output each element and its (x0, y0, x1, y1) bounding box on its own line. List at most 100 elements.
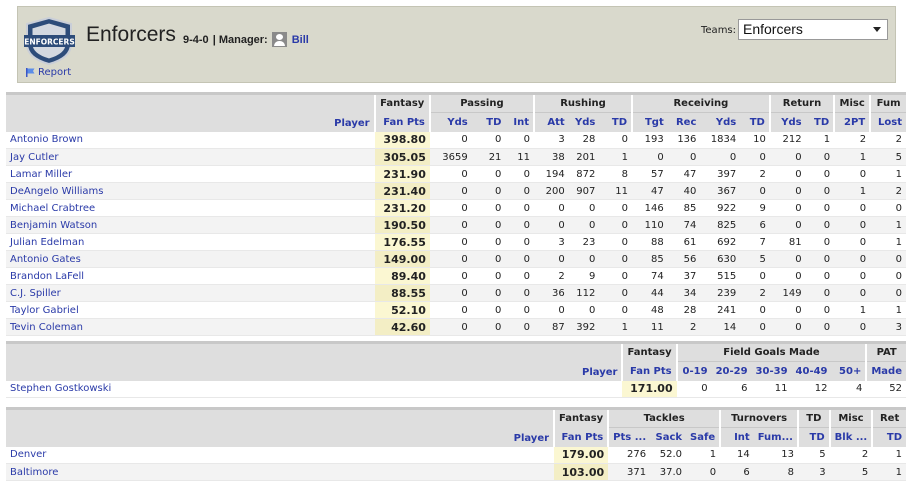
stat-cell: 0 (505, 165, 534, 183)
col-pass-td[interactable]: TD (471, 112, 506, 132)
stat-cell: 0 (505, 233, 534, 251)
col-fg-20-29[interactable]: 20-29 (711, 361, 752, 381)
player-name-link[interactable]: Antonio Gates (6, 250, 375, 268)
player-name-link[interactable]: Taylor Gabriel (6, 301, 375, 319)
kicker-player-header[interactable]: Player (6, 361, 623, 381)
fantasy-points-cell: 231.40 (374, 182, 430, 200)
stat-cell: 37.0 (650, 463, 687, 481)
stat-cell: 38 (534, 148, 569, 166)
col-def-ret-td[interactable]: TD (871, 427, 906, 447)
stat-cell: 56 (667, 250, 701, 268)
stat-cell: 0 (505, 216, 534, 234)
kicker-table-body: Stephen Gostkowski 171.00 0 6 11 12 4 52 (6, 380, 906, 398)
col-fg-40-49[interactable]: 40-49 (791, 361, 832, 381)
col-ret-yds[interactable]: Yds (768, 112, 806, 132)
col-ret-td[interactable]: TD (805, 112, 835, 132)
col-fg-50-plus[interactable]: 50+ (831, 361, 867, 381)
stat-cell: 0 (429, 199, 472, 217)
col-rec-yds[interactable]: Yds (700, 112, 741, 132)
defense-player-header[interactable]: Player (6, 427, 555, 447)
stat-cell: 825 (700, 216, 741, 234)
table-row: Benjamin Watson 190.50 0 0 0 0 0 0 110 74 825 6 0 0 0 1 (6, 216, 906, 234)
player-name-link[interactable]: Brandon LaFell (6, 267, 375, 285)
fantasy-points-cell: 176.55 (374, 233, 430, 251)
col-def-int[interactable]: Int (719, 427, 754, 447)
stat-cell: 3 (797, 463, 830, 481)
col-fum-lost[interactable]: Lost (869, 112, 906, 132)
col-def-td[interactable]: TD (796, 427, 830, 447)
stat-cell: 0 (740, 182, 770, 200)
offense-header-receiving: Receiving (631, 92, 770, 113)
stat-cell: 0 (429, 182, 472, 200)
player-name-link[interactable]: Denver (6, 446, 555, 464)
kicker-fan-pts-header[interactable]: Fan Pts (621, 361, 677, 381)
col-def-safe[interactable]: Safe (686, 427, 721, 447)
col-rec-td[interactable]: TD (740, 112, 770, 132)
table-row: Denver 179.00 276 52.0 1 14 13 5 2 1 (6, 446, 906, 464)
col-rec-tgt[interactable]: Tgt (631, 112, 668, 132)
stat-cell: 0 (429, 284, 472, 302)
offense-header-passing: Passing (428, 92, 534, 113)
stat-cell: 11 (599, 182, 632, 200)
stat-cell: 0 (471, 301, 506, 319)
player-name-link[interactable]: Julian Edelman (6, 233, 375, 251)
stat-cell: 6 (740, 216, 770, 234)
col-rec-rec[interactable]: Rec (667, 112, 701, 132)
player-name-link[interactable]: Stephen Gostkowski (6, 380, 623, 398)
stat-cell: 0 (471, 284, 506, 302)
player-name-link[interactable]: Baltimore (6, 463, 555, 481)
col-def-pts-allowed[interactable]: Pts ... (607, 427, 651, 447)
stat-cell: 0 (568, 301, 600, 319)
col-def-blk[interactable]: Blk ... (828, 427, 873, 447)
stat-cell: 194 (534, 165, 569, 183)
stat-cell: 5 (870, 148, 906, 166)
col-fg-0-19[interactable]: 0-19 (675, 361, 712, 381)
stat-cell: 0 (429, 216, 472, 234)
fantasy-points-cell: 231.20 (374, 199, 430, 217)
stat-cell: 2 (834, 131, 871, 149)
player-name-link[interactable]: Michael Crabtree (6, 199, 375, 217)
stat-cell: 2 (740, 284, 770, 302)
stat-cell: 0 (870, 199, 906, 217)
offense-player-header[interactable]: Player (6, 112, 375, 132)
stat-cell: 0 (505, 250, 534, 268)
col-pat-made[interactable]: Made (865, 361, 906, 381)
stat-cell: 0 (505, 284, 534, 302)
col-misc-2pt[interactable]: 2PT (833, 112, 871, 132)
report-link[interactable]: Report (25, 67, 71, 78)
teams-select[interactable]: Enforcers (738, 19, 888, 40)
stat-cell: 1 (599, 318, 632, 336)
stat-cell: 47 (667, 165, 701, 183)
defense-fan-pts-header[interactable]: Fan Pts (553, 427, 609, 447)
col-rush-yds[interactable]: Yds (568, 112, 600, 132)
stat-cell: 9 (740, 199, 770, 217)
player-name-link[interactable]: Benjamin Watson (6, 216, 375, 234)
stat-cell: 4 (831, 380, 867, 398)
stat-cell: 3 (534, 131, 569, 149)
col-pass-yds[interactable]: Yds (428, 112, 472, 132)
col-rush-att[interactable]: Att (533, 112, 569, 132)
offense-header-fantasy: Fantasy (373, 92, 430, 113)
manager-link[interactable]: Bill (292, 34, 309, 46)
player-name-link[interactable]: Tevin Coleman (6, 318, 375, 336)
stat-cell: 397 (700, 165, 741, 183)
col-def-fum[interactable]: Fum... (753, 427, 798, 447)
stat-cell: 239 (700, 284, 741, 302)
stat-cell: 0 (429, 301, 472, 319)
svg-text:ENFORCERS: ENFORCERS (24, 38, 74, 47)
col-rush-td[interactable]: TD (599, 112, 632, 132)
player-name-link[interactable]: Lamar Miller (6, 165, 375, 183)
stat-cell: 0 (834, 165, 871, 183)
stat-cell: 0 (686, 463, 721, 481)
player-name-link[interactable]: DeAngelo Williams (6, 182, 375, 200)
stat-cell: 11 (751, 380, 792, 398)
player-name-link[interactable]: Antonio Brown (6, 131, 375, 149)
offense-fan-pts-header[interactable]: Fan Pts (373, 112, 430, 132)
col-def-sack[interactable]: Sack (650, 427, 687, 447)
stat-cell: 37 (667, 267, 701, 285)
player-name-link[interactable]: Jay Cutler (6, 148, 375, 166)
report-icon (26, 68, 35, 77)
player-name-link[interactable]: C.J. Spiller (6, 284, 375, 302)
col-pass-int[interactable]: Int (505, 112, 534, 132)
col-fg-30-39[interactable]: 30-39 (751, 361, 792, 381)
